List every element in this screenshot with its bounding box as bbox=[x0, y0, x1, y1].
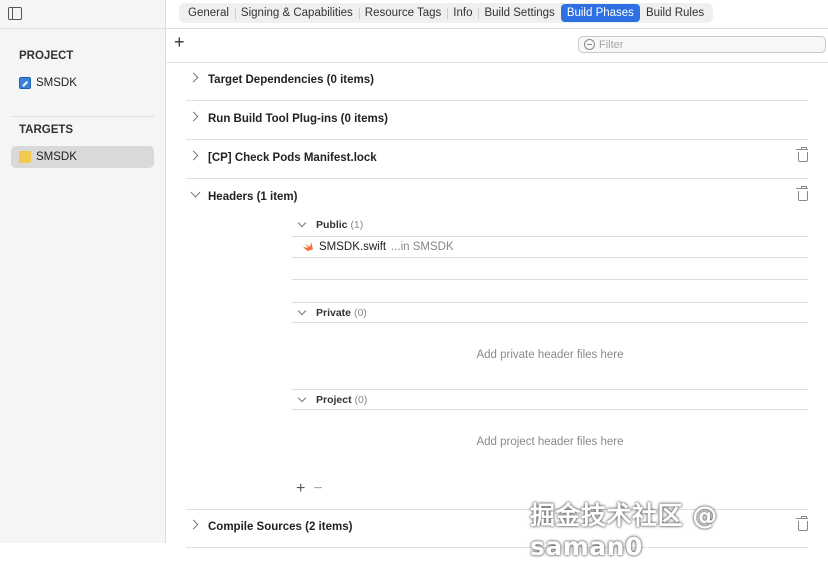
tab-signing-capabilities[interactable]: Signing & Capabilities bbox=[234, 4, 359, 22]
target-icon bbox=[19, 151, 31, 163]
tab-build-settings[interactable]: Build Settings bbox=[478, 4, 560, 22]
phase-run-plugins[interactable]: Run Build Tool Plug-ins (0 items) bbox=[186, 101, 808, 140]
tab-info[interactable]: Info bbox=[447, 4, 478, 22]
chevron-right-icon[interactable] bbox=[188, 72, 199, 83]
row-divider bbox=[292, 257, 808, 258]
group-label: Project (0) bbox=[316, 394, 367, 406]
swift-file-icon bbox=[303, 242, 313, 251]
row-divider bbox=[292, 279, 808, 280]
tab-general[interactable]: General bbox=[182, 4, 235, 22]
targets-section-header: TARGETS bbox=[19, 124, 74, 136]
chevron-down-icon[interactable] bbox=[297, 218, 307, 228]
row-divider bbox=[292, 409, 808, 410]
file-name: SMSDK.swift bbox=[319, 241, 387, 253]
group-count: (1) bbox=[350, 219, 364, 231]
sidebar-divider bbox=[11, 116, 154, 117]
tab-resource-tags[interactable]: Resource Tags bbox=[358, 4, 448, 22]
tab-build-phases[interactable]: Build Phases bbox=[560, 4, 640, 22]
phase-title: Target Dependencies (0 items) bbox=[208, 74, 374, 86]
segmented-tabs: General Signing & Capabilities Resource Ta… bbox=[179, 3, 714, 23]
phase-title: Run Build Tool Plug-ins (0 items) bbox=[208, 113, 388, 125]
chevron-right-icon[interactable] bbox=[188, 150, 199, 161]
add-phase-button[interactable]: + bbox=[174, 33, 185, 51]
headers-project-group[interactable]: Project (0) bbox=[292, 389, 808, 411]
phase-title: [CP] Check Pods Manifest.lock bbox=[208, 152, 377, 164]
sidebar-topbar bbox=[0, 0, 165, 29]
sidebar-item-project[interactable]: SMSDK bbox=[11, 72, 154, 94]
phase-title: Headers (1 item) bbox=[208, 191, 298, 203]
watermark: 掘金技术社区 @ saman0 bbox=[530, 501, 718, 561]
navigator-sidebar: PROJECT SMSDK TARGETS SMSDK bbox=[0, 0, 166, 543]
sidebar-item-label: SMSDK bbox=[36, 151, 77, 163]
group-label: Private (0) bbox=[316, 307, 367, 319]
chevron-right-icon[interactable] bbox=[188, 111, 199, 122]
build-phases-editor: General Signing & Capabilities Resource Ta… bbox=[166, 0, 828, 548]
add-header-button[interactable]: + bbox=[296, 480, 305, 498]
group-title: Project bbox=[316, 394, 352, 406]
file-row[interactable]: SMSDK.swift ...in SMSDK bbox=[292, 237, 808, 257]
project-empty-message: Add project header files here bbox=[476, 436, 624, 448]
group-title: Private bbox=[316, 307, 352, 319]
phase-target-dependencies[interactable]: Target Dependencies (0 items) bbox=[186, 62, 808, 101]
chevron-right-icon[interactable] bbox=[188, 519, 199, 530]
trash-icon[interactable] bbox=[796, 186, 808, 201]
filter-input[interactable] bbox=[599, 37, 799, 52]
row-divider bbox=[292, 322, 808, 323]
chevron-down-icon[interactable] bbox=[297, 393, 307, 403]
chevron-down-icon[interactable] bbox=[297, 306, 307, 316]
filter-field[interactable] bbox=[578, 36, 826, 53]
project-section-header: PROJECT bbox=[19, 50, 74, 62]
project-icon bbox=[19, 77, 31, 89]
headers-private-group[interactable]: Private (0) bbox=[292, 302, 808, 324]
group-title: Public bbox=[316, 219, 348, 231]
editor-tab-bar: General Signing & Capabilities Resource Ta… bbox=[166, 0, 828, 29]
private-empty-message: Add private header files here bbox=[476, 349, 624, 361]
phases-toolbar: + bbox=[166, 28, 828, 63]
chevron-down-icon[interactable] bbox=[190, 187, 201, 198]
remove-header-button[interactable]: − bbox=[313, 480, 322, 498]
sidebar-toggle-icon[interactable] bbox=[8, 7, 22, 20]
file-location: ...in SMSDK bbox=[391, 241, 454, 253]
trash-icon[interactable] bbox=[796, 147, 808, 162]
phase-check-pods[interactable]: [CP] Check Pods Manifest.lock bbox=[186, 140, 808, 179]
tab-build-rules[interactable]: Build Rules bbox=[640, 4, 710, 22]
group-count: (0) bbox=[353, 307, 367, 319]
filter-icon bbox=[584, 39, 595, 50]
headers-add-remove: + − bbox=[296, 480, 331, 498]
headers-public-group[interactable]: Public (1) bbox=[292, 214, 808, 236]
group-label: Public (1) bbox=[316, 219, 363, 231]
sidebar-item-label: SMSDK bbox=[36, 77, 77, 89]
phase-title: Compile Sources (2 items) bbox=[208, 521, 353, 533]
sidebar-item-target[interactable]: SMSDK bbox=[11, 146, 154, 168]
group-count: (0) bbox=[354, 394, 368, 406]
